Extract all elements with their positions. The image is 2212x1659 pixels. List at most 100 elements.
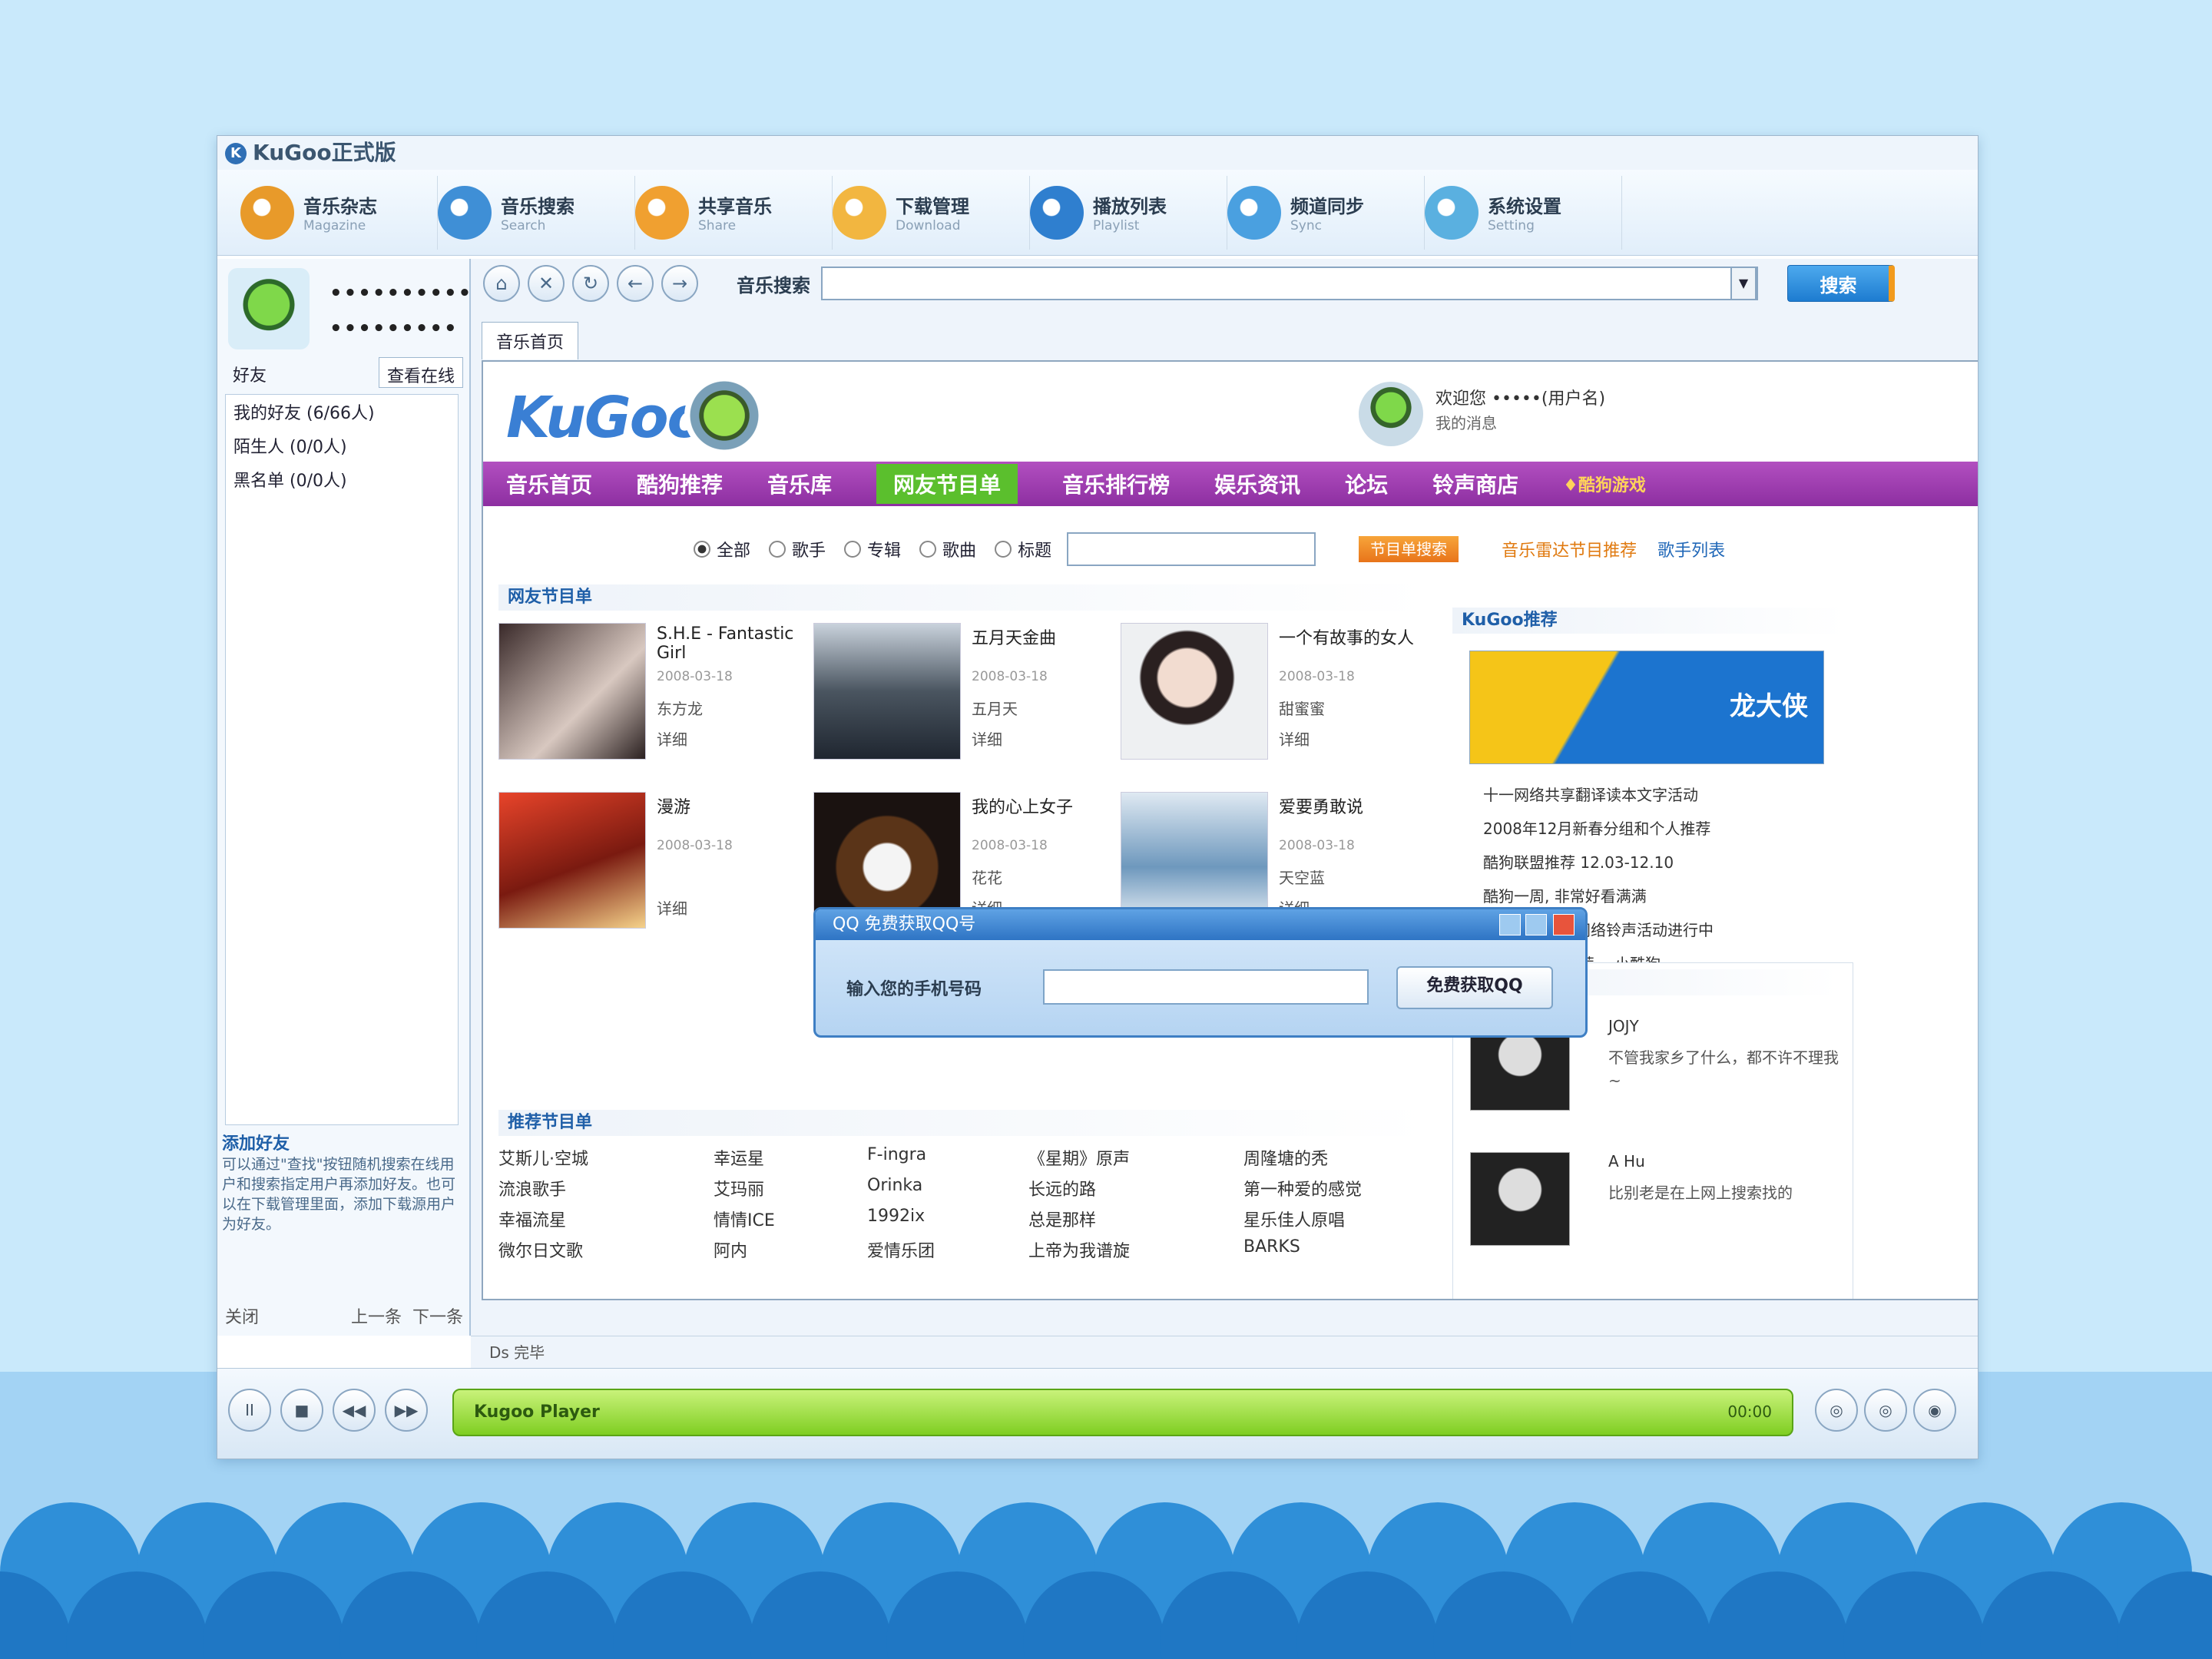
card-title[interactable]: S.H.E - Fantastic Girl — [657, 624, 803, 663]
radar-link[interactable]: 音乐雷达节目推荐 — [1502, 541, 1637, 561]
menu-item[interactable]: 论坛 — [1345, 469, 1388, 499]
filter-radio[interactable] — [694, 541, 710, 558]
program-search-button[interactable]: 节目单搜索 — [1359, 536, 1459, 562]
phone-input[interactable] — [1043, 969, 1369, 1005]
add-friend-title[interactable]: 添加好友 — [222, 1134, 465, 1154]
card-title[interactable]: 一个有故事的女人 — [1279, 624, 1425, 649]
tab-online[interactable]: 查看在线 — [378, 357, 463, 388]
close-icon[interactable] — [1553, 914, 1575, 935]
settings-icon[interactable]: ◉ — [1913, 1389, 1956, 1432]
album-cover[interactable] — [498, 792, 646, 929]
tab-music-home[interactable]: 音乐首页 — [482, 322, 579, 359]
toolbar-item-setting[interactable]: 系统设置 Setting — [1425, 175, 1622, 250]
recommend-name[interactable]: JOJY — [1608, 1017, 1639, 1035]
refresh-icon[interactable]: ↻ — [572, 265, 609, 302]
menu-item[interactable]: 酷狗推荐 — [637, 469, 723, 499]
filter-radio[interactable] — [919, 541, 937, 558]
menu-item[interactable]: 铃声商店 — [1432, 469, 1518, 499]
album-cover[interactable] — [498, 623, 646, 760]
album-cover[interactable] — [813, 623, 961, 760]
filter-radio[interactable] — [995, 541, 1012, 558]
card-title[interactable]: 漫游 — [657, 793, 803, 818]
promo-banner[interactable]: 龙大侠 — [1469, 651, 1824, 764]
program-card[interactable]: 漫游 2008-03-18 详细 — [498, 792, 806, 976]
maximize-icon[interactable] — [1525, 914, 1547, 935]
recommended-item[interactable]: 幸运星 — [714, 1145, 867, 1170]
back-icon[interactable]: ← — [617, 265, 654, 302]
minimize-icon[interactable] — [1499, 914, 1521, 935]
recommended-item[interactable]: 艾斯儿·空城 — [498, 1145, 714, 1170]
toolbar-item-sync[interactable]: 频道同步 Sync — [1227, 175, 1425, 250]
chevron-down-icon[interactable]: ▼ — [1730, 267, 1757, 300]
recommended-item[interactable]: 微尔日文歌 — [498, 1237, 714, 1262]
program-card[interactable]: 五月天金曲 2008-03-18 五月天 详细 — [813, 623, 1121, 807]
stop-icon[interactable]: ✕ — [528, 265, 565, 302]
recommended-item[interactable]: Orinka — [867, 1176, 1028, 1200]
forward-icon[interactable]: → — [661, 265, 698, 302]
singer-list-link[interactable]: 歌手列表 — [1657, 541, 1725, 561]
card-detail-link[interactable]: 详细 — [972, 727, 1002, 750]
card-detail-link[interactable]: 详细 — [657, 896, 687, 919]
prev-link[interactable]: 上一条 — [351, 1308, 402, 1327]
filter-radio[interactable] — [769, 541, 786, 558]
recommended-item[interactable]: 阿内 — [714, 1237, 867, 1262]
card-title[interactable]: 五月天金曲 — [972, 624, 1118, 649]
program-search-input[interactable] — [1067, 532, 1316, 566]
get-qq-button[interactable]: 免费获取QQ — [1396, 966, 1553, 1009]
card-detail-link[interactable]: 详细 — [1279, 727, 1310, 750]
recommended-item[interactable]: 周隆塘的秃 — [1243, 1145, 1435, 1170]
next-link[interactable]: 下一条 — [412, 1308, 463, 1327]
mode-icon[interactable]: ◎ — [1864, 1389, 1907, 1432]
menu-item[interactable]: 音乐首页 — [506, 469, 592, 499]
card-title[interactable]: 我的心上女子 — [972, 793, 1118, 818]
recommended-item[interactable]: 第一种爱的感觉 — [1243, 1176, 1435, 1200]
progress-bar[interactable]: Kugoo Player 00:00 — [452, 1389, 1793, 1436]
recommended-item[interactable]: 1992ix — [867, 1207, 1028, 1231]
menu-item[interactable]: ♦酷狗游戏 — [1563, 472, 1646, 496]
toolbar-item-share[interactable]: 共享音乐 Share — [635, 175, 833, 250]
program-card[interactable]: S.H.E - Fantastic Girl 2008-03-18 东方龙 详细 — [498, 623, 806, 807]
menu-item[interactable]: 音乐排行榜 — [1062, 469, 1170, 499]
avatar[interactable] — [228, 268, 310, 349]
my-messages-link[interactable]: 我的消息 — [1435, 411, 1497, 433]
recommended-item[interactable]: 情情ICE — [714, 1207, 867, 1231]
toolbar-item-magazine[interactable]: 音乐杂志 Magazine — [240, 175, 438, 250]
friend-group[interactable]: 黑名单 (0/0人) — [226, 462, 458, 496]
menu-item[interactable]: 音乐库 — [767, 469, 832, 499]
card-title[interactable]: 爱要勇敢说 — [1279, 793, 1425, 818]
volume-icon[interactable]: ◎ — [1815, 1389, 1858, 1432]
pause-icon[interactable]: II — [228, 1389, 271, 1432]
recommended-item[interactable]: 幸福流星 — [498, 1207, 714, 1231]
filter-radio[interactable] — [844, 541, 862, 558]
recommended-item[interactable]: 星乐佳人原唱 — [1243, 1207, 1435, 1231]
menu-item[interactable]: 网友节目单 — [876, 464, 1018, 504]
recommended-item[interactable]: BARKS — [1243, 1237, 1435, 1262]
recommend-name[interactable]: A Hu — [1608, 1152, 1645, 1171]
recommend-avatar[interactable] — [1470, 1152, 1570, 1246]
news-item[interactable]: 十一网络共享翻译读本文字活动 — [1483, 778, 1714, 812]
program-card[interactable]: 一个有故事的女人 2008-03-18 甜蜜蜜 详细 — [1121, 623, 1428, 807]
friend-group[interactable]: 我的好友 (6/66人) — [226, 395, 458, 429]
next-icon[interactable]: ▶▶ — [385, 1389, 428, 1432]
friend-group[interactable]: 陌生人 (0/0人) — [226, 429, 458, 462]
recommended-item[interactable]: 流浪歌手 — [498, 1176, 714, 1200]
toolbar-item-download[interactable]: 下载管理 Download — [833, 175, 1030, 250]
menu-item[interactable]: 娱乐资讯 — [1214, 469, 1300, 499]
prev-icon[interactable]: ◀◀ — [333, 1389, 376, 1432]
recommended-item[interactable]: 艾玛丽 — [714, 1176, 867, 1200]
recommended-item[interactable]: F-ingra — [867, 1145, 1028, 1170]
toolbar-item-search[interactable]: 音乐搜索 Search — [438, 175, 635, 250]
search-button[interactable]: 搜索 — [1787, 265, 1895, 302]
recommended-item[interactable]: 长远的路 — [1028, 1176, 1243, 1200]
recommended-item[interactable]: 上帝为我谱旋 — [1028, 1237, 1243, 1262]
news-item[interactable]: 2008年12月新春分组和个人推荐 — [1483, 812, 1714, 846]
search-input[interactable] — [821, 267, 1758, 300]
card-detail-link[interactable]: 详细 — [657, 727, 687, 750]
tab-friends[interactable]: 好友 — [225, 357, 274, 388]
recommended-item[interactable]: 《星期》原声 — [1028, 1145, 1243, 1170]
recommended-item[interactable]: 爱情乐团 — [867, 1237, 1028, 1262]
news-item[interactable]: 酷狗联盟推荐 12.03-12.10 — [1483, 846, 1714, 879]
recommended-item[interactable]: 总是那样 — [1028, 1207, 1243, 1231]
close-link[interactable]: 关闭 — [225, 1303, 259, 1328]
stop-icon[interactable]: ■ — [280, 1389, 323, 1432]
